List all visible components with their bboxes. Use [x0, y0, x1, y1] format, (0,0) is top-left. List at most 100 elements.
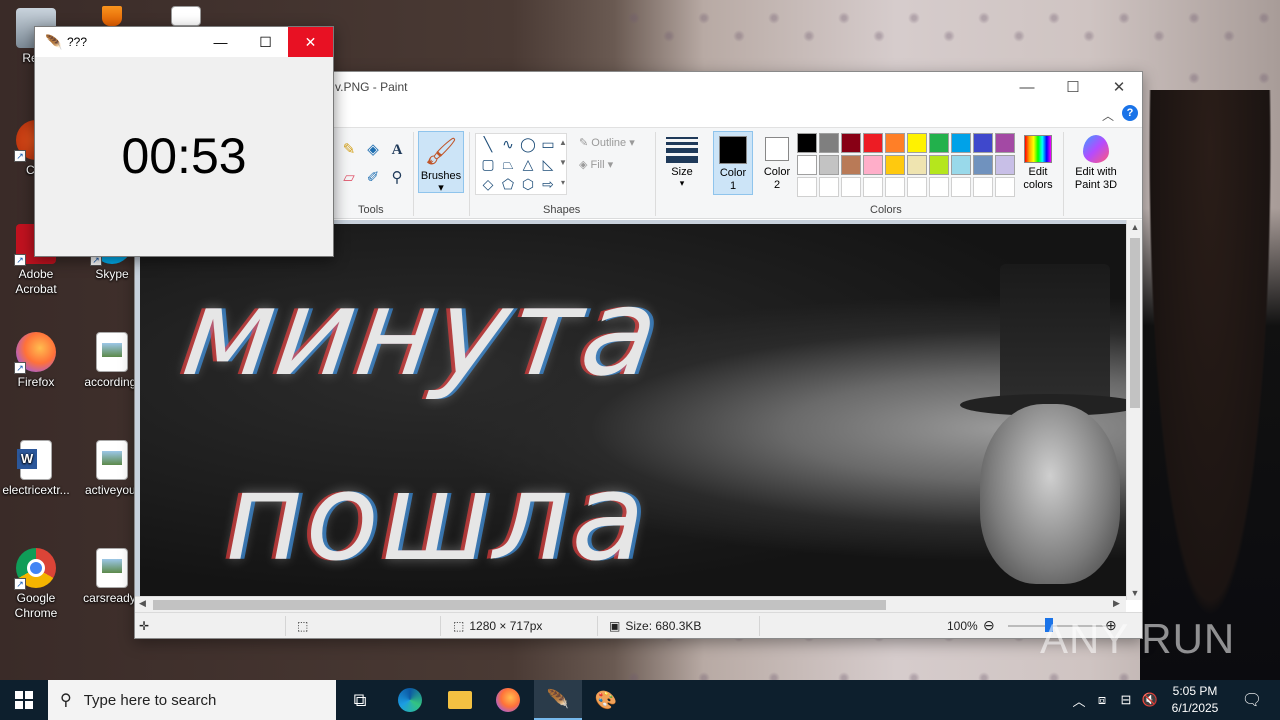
- palette-swatch[interactable]: [841, 177, 861, 197]
- taskbar-clock[interactable]: 5:05 PM 6/1/2025: [1162, 683, 1228, 717]
- vlc-icon: [102, 6, 122, 26]
- color2-button[interactable]: Color 2: [757, 131, 797, 195]
- pentagon-shape-icon[interactable]: ⬠: [498, 174, 518, 194]
- canvas-area[interactable]: минута пошла: [135, 220, 1142, 600]
- scroll-down-icon[interactable]: ▼: [1127, 588, 1143, 598]
- palette-swatch[interactable]: [973, 133, 993, 153]
- taskbar-search[interactable]: ⚲ Type here to search: [48, 680, 336, 720]
- outline-button[interactable]: ✎ Outline ▾: [579, 136, 635, 149]
- palette-swatch[interactable]: [885, 155, 905, 175]
- vertical-scroll-thumb[interactable]: [1130, 238, 1140, 408]
- horizontal-scroll-thumb[interactable]: [153, 600, 886, 610]
- desktop-icon-electricextr[interactable]: W electricextr...: [0, 440, 72, 498]
- taskbar-firefox[interactable]: [484, 680, 532, 720]
- diamond-shape-icon[interactable]: ◇: [478, 174, 498, 194]
- polygon-shape-icon[interactable]: ⏢: [498, 154, 518, 174]
- timer-minimize-button[interactable]: —: [198, 27, 243, 57]
- palette-swatch[interactable]: [929, 133, 949, 153]
- taskbar-edge[interactable]: [386, 680, 434, 720]
- canvas-image[interactable]: минута пошла: [140, 224, 1126, 596]
- taskbar-paint[interactable]: 🎨: [582, 680, 630, 720]
- triangle-shape-icon[interactable]: △: [518, 154, 538, 174]
- palette-swatch[interactable]: [907, 133, 927, 153]
- desktop-icon-google-chrome[interactable]: ↗ Google Chrome: [0, 548, 72, 621]
- text-icon[interactable]: A: [387, 140, 407, 160]
- size-button[interactable]: Size ▾: [663, 131, 701, 193]
- timer-maximize-button[interactable]: ☐: [243, 27, 288, 57]
- curve-shape-icon[interactable]: ∿: [498, 134, 518, 154]
- pencil-icon[interactable]: ✎: [339, 140, 359, 160]
- palette-swatch[interactable]: [929, 177, 949, 197]
- volume-muted-icon[interactable]: 🔇: [1138, 692, 1162, 708]
- ribbon-separator: [413, 132, 414, 216]
- fill-bucket-icon[interactable]: ◈: [363, 140, 383, 160]
- fill-button[interactable]: ◈ Fill ▾: [579, 158, 613, 171]
- paint-close-button[interactable]: ✕: [1096, 72, 1142, 102]
- palette-swatch[interactable]: [797, 133, 817, 153]
- chevron-up-icon[interactable]: ︿: [1068, 691, 1090, 710]
- paint-maximize-button[interactable]: ☐: [1050, 72, 1096, 102]
- palette-swatch[interactable]: [951, 177, 971, 197]
- start-button[interactable]: [0, 680, 48, 720]
- size-lines-icon: [663, 131, 701, 163]
- right-triangle-shape-icon[interactable]: ◺: [538, 154, 558, 174]
- palette-swatch[interactable]: [797, 177, 817, 197]
- timer-close-button[interactable]: ✕: [288, 27, 333, 57]
- shapes-scroll[interactable]: ▲ ▼ ▾: [557, 133, 569, 195]
- hexagon-shape-icon[interactable]: ⬡: [518, 174, 538, 194]
- color-picker-icon[interactable]: ✐: [363, 168, 383, 188]
- rounded-rectangle-shape-icon[interactable]: ▢: [478, 154, 498, 174]
- collapse-ribbon-icon[interactable]: ︿: [1102, 107, 1114, 124]
- scroll-left-icon[interactable]: ◀: [139, 598, 146, 609]
- palette-swatch[interactable]: [819, 177, 839, 197]
- horizontal-scrollbar[interactable]: ◀ ▶: [135, 596, 1126, 612]
- arrow-shape-icon[interactable]: ⇨: [538, 174, 558, 194]
- maximize-icon: ☐: [259, 33, 272, 50]
- palette-swatch[interactable]: [995, 133, 1015, 153]
- help-button[interactable]: ?: [1122, 105, 1138, 121]
- palette-swatch[interactable]: [841, 155, 861, 175]
- scroll-right-icon[interactable]: ▶: [1113, 598, 1120, 609]
- palette-swatch[interactable]: [863, 177, 883, 197]
- palette-swatch[interactable]: [841, 133, 861, 153]
- zoom-out-icon[interactable]: ⊖: [983, 617, 995, 634]
- palette-swatch[interactable]: [907, 155, 927, 175]
- vertical-scrollbar[interactable]: ▲ ▼: [1126, 220, 1142, 600]
- palette-swatch[interactable]: [819, 155, 839, 175]
- line-shape-icon[interactable]: ╲: [478, 134, 498, 154]
- edit-colors-button[interactable]: Edit colors: [1017, 131, 1059, 192]
- device-icon[interactable]: ⧈: [1090, 692, 1114, 708]
- paint-minimize-button[interactable]: —: [1004, 72, 1050, 102]
- task-view-button[interactable]: ⧉: [336, 680, 384, 720]
- color1-button[interactable]: Color 1: [713, 131, 753, 195]
- scroll-up-icon[interactable]: ▲: [1127, 222, 1143, 232]
- palette-swatch[interactable]: [995, 155, 1015, 175]
- palette-swatch[interactable]: [951, 155, 971, 175]
- palette-swatch[interactable]: [907, 177, 927, 197]
- taskbar-feather-app[interactable]: 🪶: [534, 680, 582, 720]
- palette-swatch[interactable]: [863, 155, 883, 175]
- palette-swatch[interactable]: [951, 133, 971, 153]
- desktop-icon-firefox[interactable]: ↗ Firefox: [0, 332, 72, 390]
- oval-shape-icon[interactable]: ◯: [518, 134, 538, 154]
- notifications-button[interactable]: 🗨: [1232, 680, 1272, 720]
- palette-swatch[interactable]: [995, 177, 1015, 197]
- palette-swatch[interactable]: [885, 177, 905, 197]
- palette-swatch[interactable]: [863, 133, 883, 153]
- taskbar-file-explorer[interactable]: [436, 680, 484, 720]
- eraser-icon[interactable]: ▱: [339, 168, 359, 188]
- palette-swatch[interactable]: [885, 133, 905, 153]
- timer-title-bar[interactable]: 🪶 ??? — ☐ ✕: [35, 27, 333, 57]
- edit-with-paint3d-button[interactable]: Edit with Paint 3D: [1068, 131, 1124, 192]
- brushes-button[interactable]: 🖌 Brushes ▾: [418, 131, 464, 194]
- palette-swatch[interactable]: [819, 133, 839, 153]
- network-icon[interactable]: ⊟: [1114, 692, 1138, 708]
- rectangle-shape-icon[interactable]: ▭: [538, 134, 558, 154]
- palette-swatch[interactable]: [973, 177, 993, 197]
- zoom-level: 100%: [947, 619, 978, 633]
- palette-swatch[interactable]: [973, 155, 993, 175]
- magnifier-icon[interactable]: ⚲: [387, 168, 407, 188]
- palette-swatch[interactable]: [797, 155, 817, 175]
- brushes-label: Brushes: [420, 170, 462, 182]
- palette-swatch[interactable]: [929, 155, 949, 175]
